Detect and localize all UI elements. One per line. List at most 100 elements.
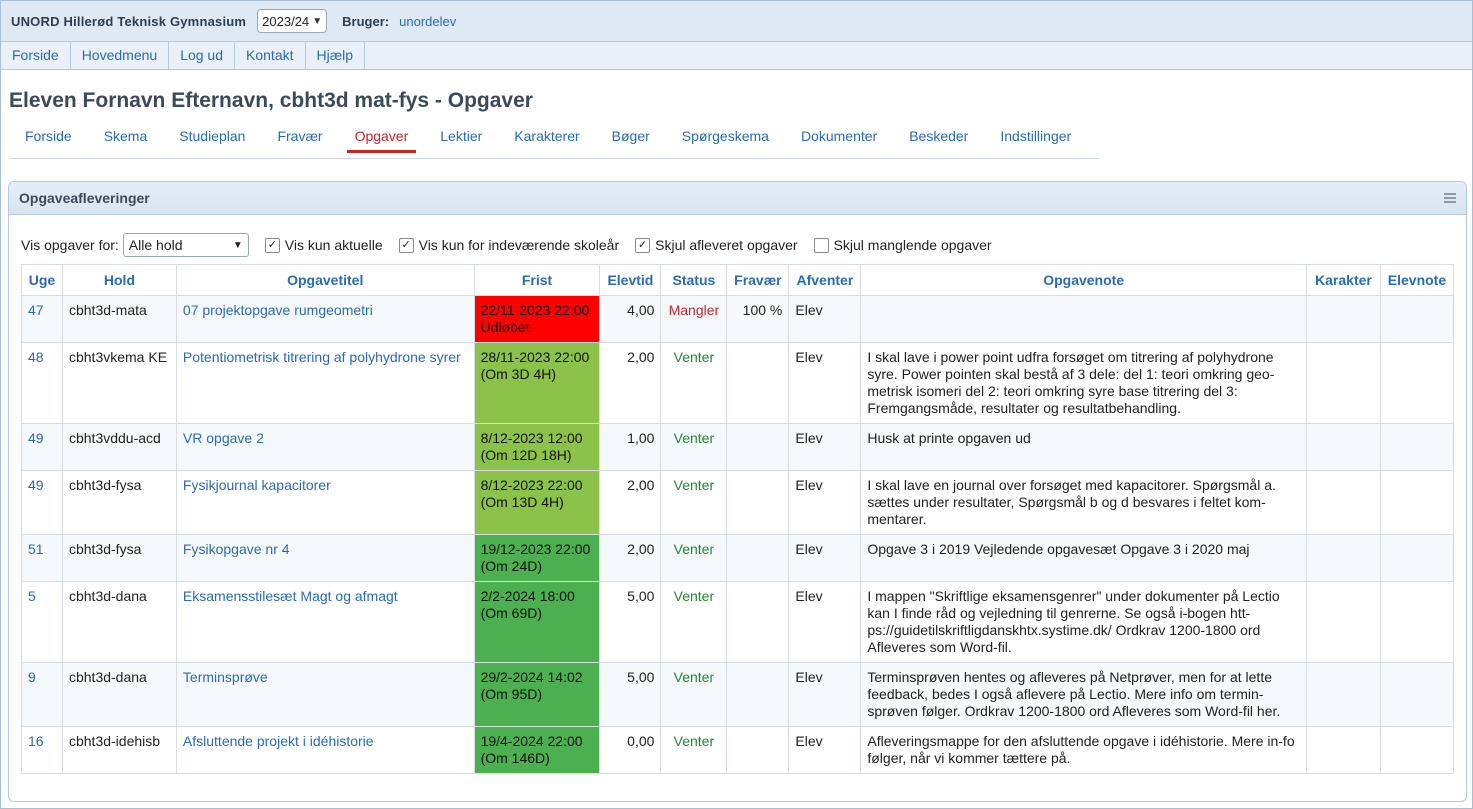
week-cell[interactable]: 16 xyxy=(21,726,63,774)
hamburger-icon[interactable] xyxy=(1444,193,1456,203)
filter-bar: Vis opgaver for: Alle hold ▼ ✓ Vis kun a… xyxy=(21,233,992,257)
assignment-title-cell[interactable]: Fysikopgave nr 4 xyxy=(175,534,475,582)
assignment-title-cell[interactable]: Fysikjournal kapacitorer xyxy=(175,470,475,535)
deadline-cell: 28/11-2023 22:00 (Om 3D 4H) xyxy=(473,342,601,424)
tab-karakterer[interactable]: Karakterer xyxy=(498,121,595,158)
assignment-title-link[interactable]: VR opgave 2 xyxy=(183,430,264,446)
col-header-elevtid[interactable]: Elevtid xyxy=(599,264,662,296)
week-link[interactable]: 51 xyxy=(28,541,44,557)
col-header-uge[interactable]: Uge xyxy=(21,264,63,296)
checkbox-box[interactable]: ✓ xyxy=(398,237,414,253)
deadline-cell: 19/4-2024 22:00 (Om 146D) xyxy=(473,726,601,774)
week-link[interactable]: 48 xyxy=(28,349,44,365)
tab-boger[interactable]: Bøger xyxy=(596,121,666,158)
col-header-karakter[interactable]: Karakter xyxy=(1305,264,1381,296)
tab-indstillinger[interactable]: Indstillinger xyxy=(984,121,1087,158)
table-row: 49 cbht3vddu-acd VR opgave 2 8/12-2023 12:0… xyxy=(21,423,1455,471)
col-header-afventer[interactable]: Afventer xyxy=(788,264,862,296)
assignment-title-link[interactable]: 07 projektopgave rumgeometri xyxy=(183,302,373,318)
deadline-date: 19/12-2023 22:00 xyxy=(480,541,591,557)
checkbox-vis-kun-indevaerende-skolear[interactable]: ✓ Vis kun for indeværende skoleår xyxy=(398,237,620,253)
tab-lektier[interactable]: Lektier xyxy=(424,121,498,158)
assignment-title-link[interactable]: Terminsprøve xyxy=(183,669,268,685)
col-header-status[interactable]: Status xyxy=(660,264,728,296)
assignment-title-cell[interactable]: Eksamensstilesæt Magt og afmagt xyxy=(175,581,475,663)
deadline-remaining: Udløbet xyxy=(480,319,530,335)
tab-forside[interactable]: Forside xyxy=(9,121,88,158)
week-link[interactable]: 16 xyxy=(28,733,44,749)
week-cell[interactable]: 48 xyxy=(21,342,63,424)
absence-cell: 100 % xyxy=(726,295,790,343)
week-cell[interactable]: 49 xyxy=(21,470,63,535)
deadline-remaining: (Om 3D 4H) xyxy=(480,366,557,382)
assignment-title-cell[interactable]: VR opgave 2 xyxy=(175,423,475,471)
week-link[interactable]: 49 xyxy=(28,477,44,493)
checkbox-skjul-afleveret[interactable]: ✓ Skjul afleveret opgaver xyxy=(635,237,798,253)
assignment-note-cell: I mappen "Skriftlige eksamensgenrer" und… xyxy=(860,581,1307,663)
deadline-remaining: (Om 24D) xyxy=(480,558,543,574)
checkbox-label: Vis kun for indeværende skoleår xyxy=(418,237,620,253)
checkbox-box[interactable]: ✓ xyxy=(264,237,280,253)
week-link[interactable]: 9 xyxy=(28,669,36,685)
col-header-frist[interactable]: Frist xyxy=(473,264,601,296)
week-cell[interactable]: 49 xyxy=(21,423,63,471)
col-header-opgavenote[interactable]: Opgavenote xyxy=(860,264,1307,296)
assignment-title-link[interactable]: Afsluttende projekt i idéhistorie xyxy=(183,733,374,749)
chevron-down-icon: ▼ xyxy=(232,239,243,251)
status-cell: Venter xyxy=(660,534,728,582)
tab-fravaer[interactable]: Fravær xyxy=(261,121,338,158)
student-time-cell: 4,00 xyxy=(599,295,662,343)
menu-item-forside[interactable]: Forside xyxy=(1,42,71,69)
table-row: 47 cbht3d-mata 07 projektopgave rumgeometr… xyxy=(21,295,1455,343)
col-header-hold[interactable]: Hold xyxy=(61,264,177,296)
table-row: 16 cbht3d-idehisb Afsluttende projekt i id… xyxy=(21,726,1455,774)
user-name-link[interactable]: unordelev xyxy=(399,14,456,29)
week-link[interactable]: 47 xyxy=(28,302,44,318)
deadline-remaining: (Om 69D) xyxy=(480,605,543,621)
tab-opgaver[interactable]: Opgaver xyxy=(339,121,425,158)
week-cell[interactable]: 5 xyxy=(21,581,63,663)
awaiting-cell: Elev xyxy=(788,423,862,471)
checkbox-vis-kun-aktuelle[interactable]: ✓ Vis kun aktuelle xyxy=(264,237,383,253)
status-text: Venter xyxy=(673,477,715,493)
absence-cell xyxy=(726,662,790,727)
tab-sporgeskema[interactable]: Spørgeskema xyxy=(666,121,785,158)
table-row: 51 cbht3d-fysa Fysikopgave nr 4 19/12-2023 … xyxy=(21,534,1455,582)
student-note-cell xyxy=(1379,726,1455,774)
col-header-elevnote[interactable]: Elevnote xyxy=(1379,264,1455,296)
checkbox-skjul-manglende[interactable]: Skjul manglende opgaver xyxy=(813,237,992,253)
tab-skema[interactable]: Skema xyxy=(88,121,164,158)
assignment-title-cell[interactable]: Afsluttende projekt i idéhistorie xyxy=(175,726,475,774)
menu-item-hjaelp[interactable]: Hjælp xyxy=(306,42,366,69)
assignment-note-cell: Terminsprøven hentes og afleveres på Net… xyxy=(860,662,1307,727)
menu-item-log-ud[interactable]: Log ud xyxy=(169,42,236,69)
assignment-title-cell[interactable]: 07 projektopgave rumgeometri xyxy=(175,295,475,343)
deadline-cell: 22/11-2023 22:00 Udløbet xyxy=(473,295,601,343)
week-cell[interactable]: 9 xyxy=(21,662,63,727)
tab-dokumenter[interactable]: Dokumenter xyxy=(785,121,893,158)
tab-studieplan[interactable]: Studieplan xyxy=(163,121,261,158)
col-header-opgavetitel[interactable]: Opgavetitel xyxy=(175,264,475,296)
assignment-title-link[interactable]: Potentiometrisk titrering af polyhydrone… xyxy=(183,349,461,365)
menu-item-kontakt[interactable]: Kontakt xyxy=(235,42,306,69)
school-year-select[interactable]: 2023/24 ▼ xyxy=(257,9,328,33)
week-link[interactable]: 49 xyxy=(28,430,44,446)
week-link[interactable]: 5 xyxy=(28,588,36,604)
col-header-fravaer[interactable]: Fravær xyxy=(726,264,790,296)
awaiting-cell: Elev xyxy=(788,534,862,582)
tab-beskeder[interactable]: Beskeder xyxy=(893,121,984,158)
hold-cell: cbht3d-dana xyxy=(61,662,177,727)
menu-item-hovedmenu[interactable]: Hovedmenu xyxy=(71,42,170,69)
panel-title: Opgaveafleveringer xyxy=(19,190,150,206)
absence-cell xyxy=(726,726,790,774)
assignment-title-link[interactable]: Fysikjournal kapacitorer xyxy=(183,477,331,493)
checkbox-box[interactable] xyxy=(813,237,829,253)
assignment-title-link[interactable]: Eksamensstilesæt Magt og afmagt xyxy=(183,588,398,604)
assignment-title-link[interactable]: Fysikopgave nr 4 xyxy=(183,541,290,557)
week-cell[interactable]: 47 xyxy=(21,295,63,343)
hold-filter-select[interactable]: Alle hold ▼ xyxy=(122,233,249,257)
week-cell[interactable]: 51 xyxy=(21,534,63,582)
assignment-title-cell[interactable]: Terminsprøve xyxy=(175,662,475,727)
assignment-title-cell[interactable]: Potentiometrisk titrering af polyhydrone… xyxy=(175,342,475,424)
checkbox-box[interactable]: ✓ xyxy=(635,237,651,253)
